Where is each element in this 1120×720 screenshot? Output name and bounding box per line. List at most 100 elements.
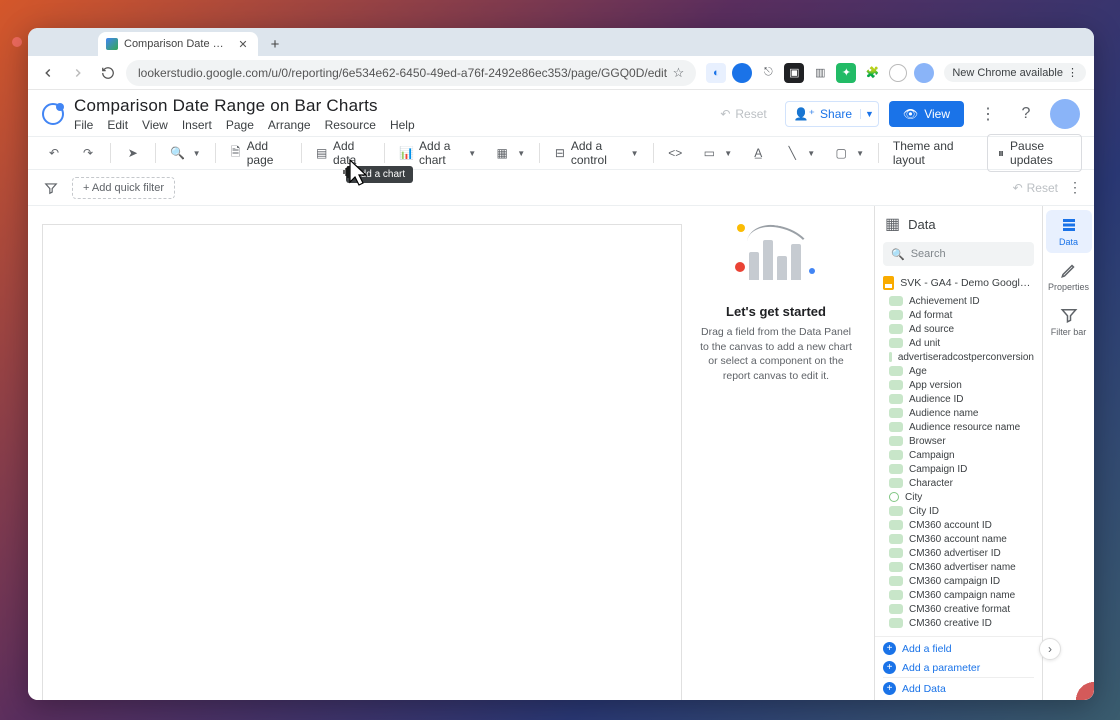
field-item[interactable]: CM360 account name: [881, 532, 1042, 546]
field-item[interactable]: Ad unit: [881, 336, 1042, 350]
looker-logo-icon[interactable]: [42, 103, 64, 125]
redo-button[interactable]: ↷: [74, 140, 102, 166]
mac-close-dot[interactable]: [12, 37, 22, 47]
field-item[interactable]: Ad source: [881, 322, 1042, 336]
help-button[interactable]: ?: [1012, 100, 1040, 128]
zoom-button[interactable]: 🔍▼: [164, 140, 207, 166]
bookmark-star-icon[interactable]: ☆: [673, 65, 685, 81]
panel-expand-button[interactable]: ›: [1039, 638, 1061, 660]
menu-help[interactable]: Help: [390, 118, 415, 132]
add-data-link[interactable]: + Add Data: [883, 677, 1034, 698]
data-panel-header: ▦ Data: [875, 206, 1042, 242]
field-item[interactable]: City: [881, 490, 1042, 504]
field-label: Ad unit: [909, 338, 940, 349]
menu-file[interactable]: File: [74, 118, 93, 132]
field-item[interactable]: Achievement ID: [881, 294, 1042, 308]
profile-avatar[interactable]: [914, 63, 934, 83]
menu-insert[interactable]: Insert: [182, 118, 212, 132]
field-item[interactable]: CM360 creative ID: [881, 616, 1042, 630]
menu-edit[interactable]: Edit: [107, 118, 128, 132]
reset-label: Reset: [735, 107, 766, 121]
filter-reset-button[interactable]: ↶ Reset: [1013, 181, 1058, 195]
field-item[interactable]: CM360 creative format: [881, 602, 1042, 616]
extension-icon[interactable]: ⎋: [758, 63, 778, 83]
field-item[interactable]: Character: [881, 476, 1042, 490]
add-field-link[interactable]: + Add a field: [883, 639, 1034, 658]
forward-button[interactable]: [66, 61, 90, 85]
plus-icon: +: [883, 661, 896, 674]
reset-button[interactable]: ↶ Reset: [712, 102, 774, 126]
theme-layout-button[interactable]: Theme and layout: [887, 140, 975, 166]
table-icon: ▦: [885, 214, 900, 234]
extension-icon[interactable]: [732, 63, 752, 83]
filter-icon[interactable]: [40, 177, 62, 199]
field-search-input[interactable]: 🔍 Search: [883, 242, 1034, 266]
image-button[interactable]: ▭▼: [695, 140, 738, 166]
field-item[interactable]: Campaign ID: [881, 462, 1042, 476]
more-options-button[interactable]: ⋮: [974, 100, 1002, 128]
report-canvas[interactable]: [42, 224, 682, 700]
add-page-button[interactable]: 🗎 Add page: [223, 140, 292, 166]
add-control-button[interactable]: ⊟ Add a control ▼: [548, 140, 645, 166]
extension-icon[interactable]: ◐: [706, 63, 726, 83]
field-type-icon: [889, 422, 903, 432]
add-data-link-label: Add Data: [902, 683, 946, 695]
menu-arrange[interactable]: Arrange: [268, 118, 311, 132]
menu-page[interactable]: Page: [226, 118, 254, 132]
undo-button[interactable]: ↶: [40, 140, 68, 166]
extensions-menu-icon[interactable]: 🧩: [862, 63, 882, 83]
browser-tab[interactable]: Comparison Date Range on B ✕: [98, 32, 258, 56]
extension-icon[interactable]: ▥: [810, 63, 830, 83]
add-parameter-link[interactable]: + Add a parameter: [883, 658, 1034, 677]
filter-more-button[interactable]: ⋮: [1068, 179, 1082, 196]
view-button[interactable]: 👁 View: [889, 101, 964, 127]
right-tab-data[interactable]: Data: [1046, 210, 1092, 253]
menu-resource[interactable]: Resource: [325, 118, 376, 132]
field-label: CM360 campaign name: [909, 590, 1015, 601]
field-item[interactable]: CM360 campaign ID: [881, 574, 1042, 588]
pause-updates-button[interactable]: ⏸ Pause updates: [987, 134, 1082, 172]
field-item[interactable]: CM360 advertiser name: [881, 560, 1042, 574]
extension-icon[interactable]: ▣: [784, 63, 804, 83]
field-type-icon: [889, 464, 903, 474]
add-data-button[interactable]: ▤ Add data: [310, 140, 377, 166]
right-tab-properties[interactable]: Properties: [1046, 255, 1092, 298]
doc-title[interactable]: Comparison Date Range on Bar Charts: [74, 96, 712, 116]
field-item[interactable]: CM360 advertiser ID: [881, 546, 1042, 560]
update-chrome-button[interactable]: New Chrome available ⋮: [944, 63, 1086, 82]
account-avatar[interactable]: [1050, 99, 1080, 129]
field-item[interactable]: advertiseradcostperconversion: [881, 350, 1042, 364]
field-item[interactable]: Audience resource name: [881, 420, 1042, 434]
menu-view[interactable]: View: [142, 118, 168, 132]
field-item[interactable]: Audience name: [881, 406, 1042, 420]
add-quick-filter-button[interactable]: + Add quick filter: [72, 177, 175, 199]
field-item[interactable]: Browser: [881, 434, 1042, 448]
embed-button[interactable]: <>: [661, 140, 689, 166]
shape-button[interactable]: ▢▼: [827, 140, 870, 166]
field-item[interactable]: Audience ID: [881, 392, 1042, 406]
field-item[interactable]: App version: [881, 378, 1042, 392]
data-source-row[interactable]: SVK - GA4 - Demo Google Merch...: [875, 272, 1042, 294]
community-viz-button[interactable]: ▦▼: [488, 140, 531, 166]
right-tab-filter-bar[interactable]: Filter bar: [1046, 300, 1092, 343]
new-tab-button[interactable]: +: [264, 33, 286, 55]
back-button[interactable]: [36, 61, 60, 85]
line-button[interactable]: ╲▼: [778, 140, 821, 166]
share-dropdown[interactable]: ▼: [860, 109, 878, 119]
cursor-button[interactable]: ➤: [119, 140, 147, 166]
text-button[interactable]: A̲: [744, 140, 772, 166]
reload-button[interactable]: [96, 61, 120, 85]
field-item[interactable]: City ID: [881, 504, 1042, 518]
share-button[interactable]: 👤⁺ Share: [786, 102, 860, 126]
extension-icon[interactable]: ✦: [836, 63, 856, 83]
field-item[interactable]: Age: [881, 364, 1042, 378]
field-item[interactable]: CM360 campaign name: [881, 588, 1042, 602]
field-item[interactable]: Campaign: [881, 448, 1042, 462]
url-box[interactable]: lookerstudio.google.com/u/0/reporting/6e…: [126, 60, 696, 86]
extension-icon[interactable]: [888, 63, 908, 83]
search-placeholder: Search: [911, 248, 946, 260]
add-chart-button[interactable]: 📊 Add a chart ▼: [393, 140, 482, 166]
tab-close-icon[interactable]: ✕: [236, 37, 250, 51]
field-item[interactable]: Ad format: [881, 308, 1042, 322]
field-item[interactable]: CM360 account ID: [881, 518, 1042, 532]
